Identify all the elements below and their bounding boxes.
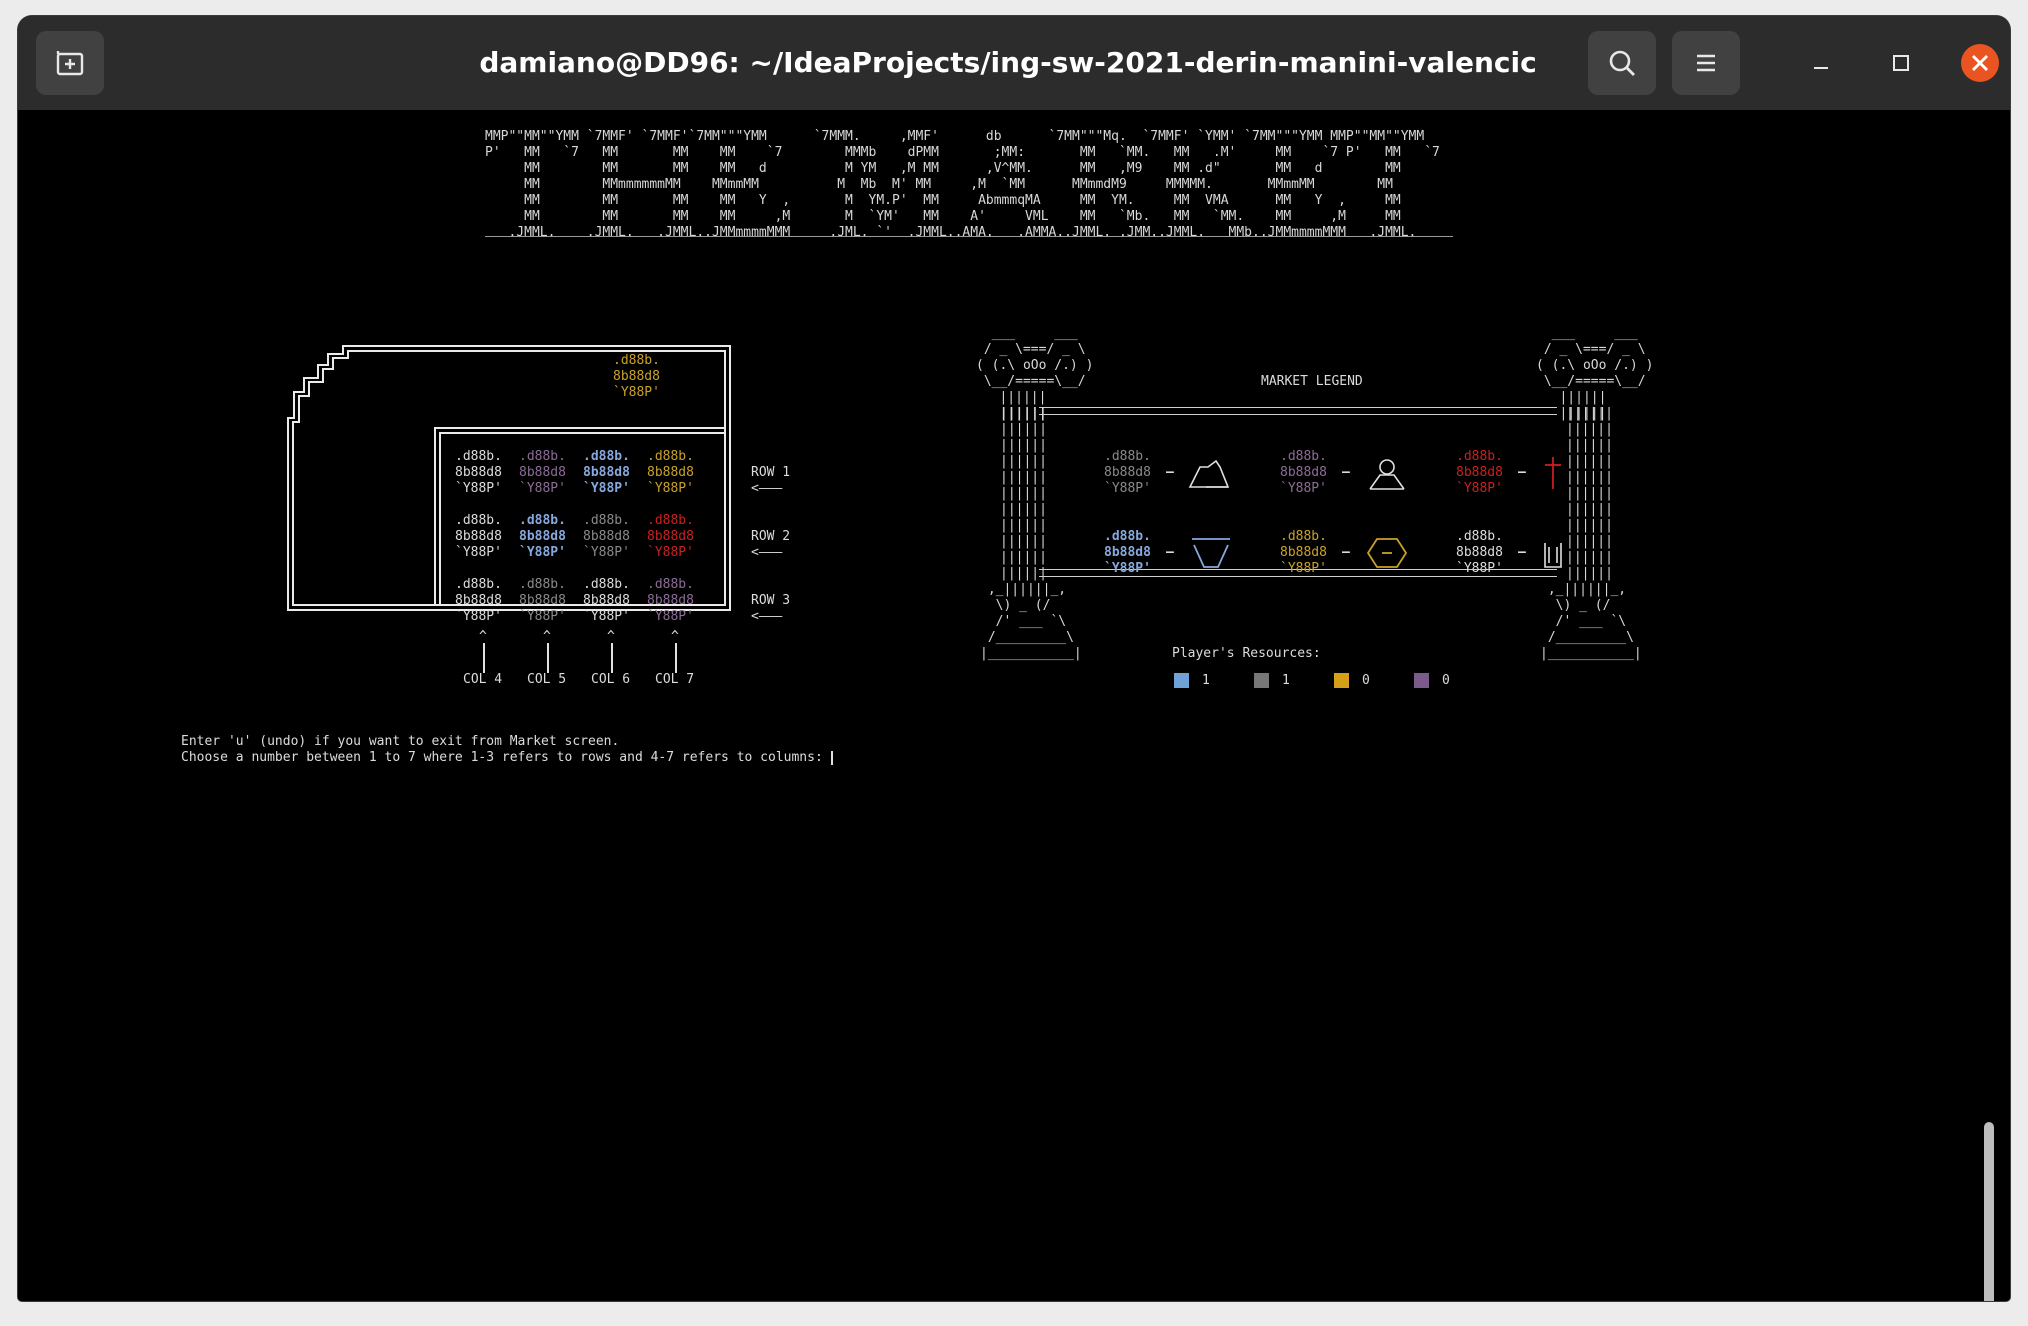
legend-dash: – [1166, 465, 1174, 480]
menu-button[interactable] [1672, 31, 1740, 95]
new-tab-button[interactable] [36, 31, 104, 95]
faith-cross-icon [1538, 453, 1568, 497]
legend-marble-grey: .d88b. 8b88d8 `Y88P' [1104, 449, 1151, 496]
market-marble-grey: .d88b. 8b88d8 `Y88P' [583, 513, 630, 560]
hamburger-menu-icon [1697, 54, 1715, 72]
row-selector[interactable]: ROW 3 [751, 593, 790, 609]
column-selector[interactable]: COL 7 [655, 672, 694, 688]
legend-dash: – [1166, 545, 1174, 560]
close-icon [1961, 44, 1999, 82]
extra-marble: .d88b. 8b88d8 `Y88P' [613, 353, 660, 400]
market-marble-purple: .d88b. 8b88d8 `Y88P' [647, 577, 694, 624]
legend-marble-yellow: .d88b. 8b88d8 `Y88P' [1280, 529, 1327, 576]
resource-count: 1 [1202, 673, 1210, 688]
resource-swatch [1414, 673, 1429, 688]
terminal-content[interactable]: MMP""MM""YMM `7MMF' `7MMF'`7MM"""YMM `7M… [18, 110, 2010, 1301]
search-button[interactable] [1588, 31, 1656, 95]
player-resources-title: Player's Resources: [1172, 646, 1321, 661]
legend-dash: – [1518, 465, 1526, 480]
column-arrow-shaft [483, 643, 485, 673]
market-marble-grey: .d88b. 8b88d8 `Y88P' [519, 577, 566, 624]
column-arrow-caret: ^ [479, 629, 487, 644]
market-marble-red: .d88b. 8b88d8 `Y88P' [647, 513, 694, 560]
legend-left-pillar-base: ,_||||||_, \) _ (/ /' ___ `\ /_________\… [980, 582, 1082, 661]
column-arrow-caret: ^ [671, 629, 679, 644]
resource-swatch [1254, 673, 1269, 688]
legend-marble-red: .d88b. 8b88d8 `Y88P' [1456, 449, 1503, 496]
row-arrow: <——— [751, 545, 783, 560]
market-marble-yellow: .d88b. 8b88d8 `Y88P' [647, 449, 694, 496]
legend-right-pillar: |||||| |||||| |||||| |||||| |||||| |||||… [1566, 406, 1613, 581]
resource-count: 1 [1282, 673, 1290, 688]
legend-dash: – [1342, 545, 1350, 560]
text-cursor[interactable] [830, 750, 833, 765]
legend-marble-purple: .d88b. 8b88d8 `Y88P' [1280, 449, 1327, 496]
legend-dash: – [1518, 545, 1526, 560]
market-marble-white: .d88b. 8b88d8 `Y88P' [583, 577, 630, 624]
title-bar: damiano@DD96: ~/IdeaProjects/ing-sw-2021… [18, 16, 2010, 110]
column-arrow-shaft [547, 643, 549, 673]
search-icon [1609, 50, 1635, 76]
prompt-choose-text: Choose a number between 1 to 7 where 1-3… [181, 750, 831, 765]
coin-icon [1362, 533, 1412, 577]
legend-left-pillar: |||||| |||||| |||||| |||||| |||||| |||||… [1000, 406, 1047, 581]
row-arrow: <——— [751, 481, 783, 496]
row-arrow: <——— [751, 609, 783, 624]
blank-icon [1538, 533, 1568, 577]
market-marble-white: .d88b. 8b88d8 `Y88P' [455, 513, 502, 560]
ascii-banner: MMP""MM""YMM `7MMF' `7MMF'`7MM"""YMM `7M… [485, 129, 1440, 240]
legend-right-pillar-base: ,_||||||_, \) _ (/ /' ___ `\ /_________\… [1540, 582, 1642, 661]
column-selector[interactable]: COL 4 [463, 672, 502, 688]
legend-marble-blue: .d88b. 8b88d8 `Y88P' [1104, 529, 1151, 576]
row-selector[interactable]: ROW 2 [751, 529, 790, 545]
resource-swatch [1174, 673, 1189, 688]
column-selector[interactable]: COL 6 [591, 672, 630, 688]
row-selector[interactable]: ROW 1 [751, 465, 790, 481]
minimize-button[interactable] [1801, 43, 1841, 83]
column-arrow-caret: ^ [607, 629, 615, 644]
terminal-window: damiano@DD96: ~/IdeaProjects/ing-sw-2021… [18, 16, 2010, 1301]
resource-count: 0 [1442, 673, 1450, 688]
prompt-choose-line: Choose a number between 1 to 7 where 1-3… [181, 750, 833, 766]
legend-dash: – [1342, 465, 1350, 480]
column-arrow-shaft [675, 643, 677, 673]
market-marble-white: .d88b. 8b88d8 `Y88P' [455, 449, 502, 496]
column-selector[interactable]: COL 5 [527, 672, 566, 688]
resource-swatch [1334, 673, 1349, 688]
market-marble-blue: .d88b. 8b88d8 `Y88P' [519, 513, 566, 560]
shield-icon [1186, 533, 1236, 577]
market-marble-white: .d88b. 8b88d8 `Y88P' [455, 577, 502, 624]
banner-underline [485, 236, 1453, 237]
window-title: damiano@DD96: ~/IdeaProjects/ing-sw-2021… [479, 46, 1537, 79]
resource-count: 0 [1362, 673, 1370, 688]
column-arrow-shaft [611, 643, 613, 673]
stone-icon [1186, 453, 1236, 497]
prompt-undo-line: Enter 'u' (undo) if you want to exit fro… [181, 734, 620, 749]
servant-icon [1362, 453, 1412, 497]
close-button[interactable] [1960, 43, 2000, 83]
market-marble-blue: .d88b. 8b88d8 `Y88P' [583, 449, 630, 496]
maximize-button[interactable] [1881, 43, 1921, 83]
scrollbar-thumb[interactable] [1984, 1122, 1994, 1301]
new-tab-icon [56, 51, 84, 76]
legend-top-rail [1039, 407, 1557, 415]
column-arrow-caret: ^ [543, 629, 551, 644]
maximize-icon [1893, 55, 1909, 71]
market-marble-purple: .d88b. 8b88d8 `Y88P' [519, 449, 566, 496]
legend-marble-white: .d88b. 8b88d8 `Y88P' [1456, 529, 1503, 576]
market-legend-title: MARKET LEGEND [1261, 374, 1363, 389]
minimize-icon [1814, 67, 1828, 69]
